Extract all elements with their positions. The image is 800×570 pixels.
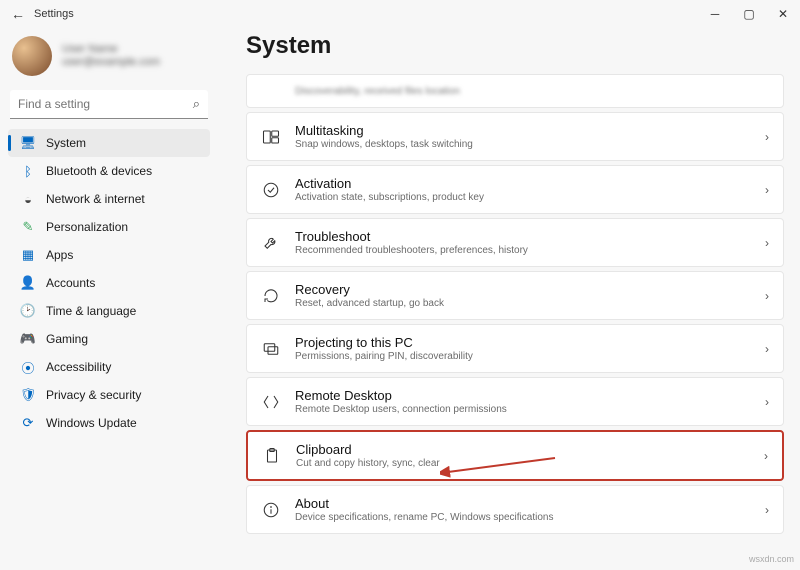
card-title: Multitasking — [295, 123, 751, 138]
card-recovery[interactable]: RecoveryReset, advanced startup, go back… — [246, 271, 784, 320]
sidebar-item-label: Gaming — [46, 332, 88, 346]
card-remote[interactable]: Remote DesktopRemote Desktop users, conn… — [246, 377, 784, 426]
user-name: User Name — [62, 43, 206, 56]
maximize-button[interactable]: ▢ — [732, 0, 766, 28]
sidebar: User Name user@example.com ⌕ 🖥 System ᛒ Blu… — [0, 28, 218, 570]
sidebar-item-network[interactable]: ◒ Network & internet — [8, 185, 210, 213]
multitasking-icon — [261, 127, 281, 147]
bluetooth-icon: ᛒ — [20, 163, 36, 179]
troubleshoot-icon — [261, 233, 281, 253]
chevron-right-icon: › — [765, 395, 769, 409]
blank-icon — [261, 81, 281, 101]
time-icon: 🕑 — [20, 303, 36, 319]
card-subtitle: Recommended troubleshooters, preferences… — [295, 245, 751, 256]
sidebar-item-label: Accounts — [46, 276, 95, 290]
card-title: About — [295, 496, 751, 511]
clipboard-icon — [262, 446, 282, 466]
recovery-icon — [261, 286, 281, 306]
card-title: Activation — [295, 176, 751, 191]
back-button[interactable]: ← — [8, 6, 28, 22]
card-subtitle: Reset, advanced startup, go back — [295, 298, 751, 309]
search-container: ⌕ — [10, 90, 208, 119]
card-truncated[interactable]: Discoverability, received files location — [246, 74, 784, 108]
window-controls: ─ ▢ ✕ — [698, 0, 800, 28]
user-panel[interactable]: User Name user@example.com — [8, 34, 210, 86]
card-troubleshoot[interactable]: TroubleshootRecommended troubleshooters,… — [246, 218, 784, 267]
card-title: Projecting to this PC — [295, 335, 751, 350]
card-subtitle: Device specifications, rename PC, Window… — [295, 512, 751, 523]
sidebar-item-label: Personalization — [46, 220, 128, 234]
card-title: Recovery — [295, 282, 751, 297]
page-title: System — [246, 32, 784, 60]
card-subtitle: Activation state, subscriptions, product… — [295, 192, 751, 203]
window-title: Settings — [34, 8, 74, 20]
card-title: Clipboard — [296, 442, 750, 457]
card-subtitle: Snap windows, desktops, task switching — [295, 139, 751, 150]
sidebar-item-personalization[interactable]: ✎ Personalization — [8, 213, 210, 241]
card-subtitle: Permissions, pairing PIN, discoverabilit… — [295, 351, 751, 362]
sidebar-item-label: Apps — [46, 248, 73, 262]
about-icon — [261, 500, 281, 520]
sidebar-item-label: System — [46, 136, 86, 150]
sidebar-item-update[interactable]: ⟳ Windows Update — [8, 409, 210, 437]
system-icon: 🖥 — [20, 135, 36, 151]
privacy-icon: 🛡 — [20, 387, 36, 403]
user-email: user@example.com — [62, 56, 206, 69]
chevron-right-icon: › — [765, 342, 769, 356]
chevron-right-icon: › — [765, 236, 769, 250]
sidebar-item-accounts[interactable]: 👤 Accounts — [8, 269, 210, 297]
card-about[interactable]: AboutDevice specifications, rename PC, W… — [246, 485, 784, 534]
accessibility-icon: ⦿ — [20, 359, 36, 375]
apps-icon: ▦ — [20, 247, 36, 263]
card-title: Troubleshoot — [295, 229, 751, 244]
gaming-icon: 🎮 — [20, 331, 36, 347]
projecting-icon — [261, 339, 281, 359]
close-button[interactable]: ✕ — [766, 0, 800, 28]
minimize-button[interactable]: ─ — [698, 0, 732, 28]
update-icon: ⟳ — [20, 415, 36, 431]
card-activation[interactable]: ActivationActivation state, subscription… — [246, 165, 784, 214]
card-projecting[interactable]: Projecting to this PCPermissions, pairin… — [246, 324, 784, 373]
card-multitasking[interactable]: MultitaskingSnap windows, desktops, task… — [246, 112, 784, 161]
sidebar-item-accessibility[interactable]: ⦿ Accessibility — [8, 353, 210, 381]
remote-icon — [261, 392, 281, 412]
nav-list: 🖥 System ᛒ Bluetooth & devices ◒ Network & in… — [8, 129, 210, 437]
sidebar-item-label: Windows Update — [46, 416, 137, 430]
chevron-right-icon: › — [765, 503, 769, 517]
network-icon: ◒ — [20, 191, 36, 207]
card-clipboard[interactable]: ClipboardCut and copy history, sync, cle… — [246, 430, 784, 481]
card-title: Remote Desktop — [295, 388, 751, 403]
accounts-icon: 👤 — [20, 275, 36, 291]
titlebar: ← Settings ─ ▢ ✕ — [0, 0, 800, 28]
sidebar-item-label: Bluetooth & devices — [46, 164, 152, 178]
chevron-right-icon: › — [765, 130, 769, 144]
search-input[interactable] — [10, 90, 208, 119]
sidebar-item-label: Time & language — [46, 304, 136, 318]
watermark: wsxdn.com — [749, 554, 794, 564]
chevron-right-icon: › — [765, 183, 769, 197]
sidebar-item-label: Privacy & security — [46, 388, 141, 402]
sidebar-item-gaming[interactable]: 🎮 Gaming — [8, 325, 210, 353]
sidebar-item-label: Accessibility — [46, 360, 111, 374]
avatar — [12, 36, 52, 76]
personalization-icon: ✎ — [20, 219, 36, 235]
sidebar-item-time[interactable]: 🕑 Time & language — [8, 297, 210, 325]
main-content[interactable]: System Discoverability, received files l… — [218, 28, 800, 570]
chevron-right-icon: › — [764, 449, 768, 463]
sidebar-item-system[interactable]: 🖥 System — [8, 129, 210, 157]
chevron-right-icon: › — [765, 289, 769, 303]
card-title: Discoverability, received files location — [295, 86, 769, 97]
sidebar-item-label: Network & internet — [46, 192, 145, 206]
card-subtitle: Cut and copy history, sync, clear — [296, 458, 750, 469]
sidebar-item-bluetooth[interactable]: ᛒ Bluetooth & devices — [8, 157, 210, 185]
activation-icon — [261, 180, 281, 200]
card-subtitle: Remote Desktop users, connection permiss… — [295, 404, 751, 415]
settings-card-list: Discoverability, received files location… — [246, 74, 784, 534]
sidebar-item-privacy[interactable]: 🛡 Privacy & security — [8, 381, 210, 409]
sidebar-item-apps[interactable]: ▦ Apps — [8, 241, 210, 269]
